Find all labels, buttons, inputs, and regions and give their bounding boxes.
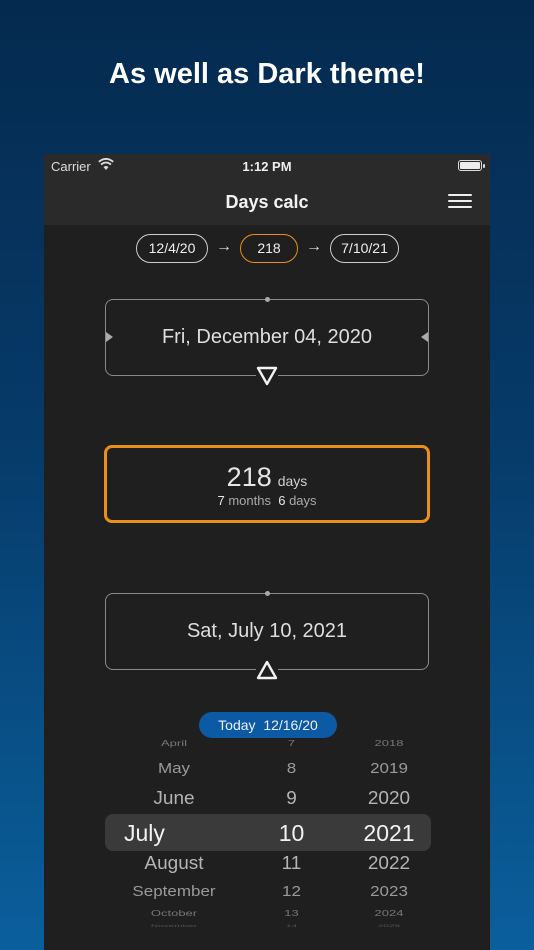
hamburger-menu-icon[interactable]	[448, 194, 472, 210]
picker-month: November	[150, 924, 198, 929]
picker-month: August	[144, 854, 204, 874]
start-date-field[interactable]: Fri, December 04, 2020	[105, 297, 429, 386]
status-bar: Carrier 1:12 PM	[44, 154, 490, 178]
picker-row[interactable]: June 9 2020	[44, 789, 490, 818]
picker-month: June	[153, 789, 195, 809]
days-unit: days	[277, 473, 308, 489]
picker-row[interactable]: September 12 2023	[44, 883, 490, 909]
remaining-days-count: 6	[278, 493, 286, 508]
end-date-field[interactable]: Sat, July 10, 2021	[105, 591, 429, 680]
picker-month: July	[124, 820, 165, 846]
days-count: 218	[226, 462, 272, 492]
summary-end-pill[interactable]: 7/10/21	[330, 234, 399, 263]
picker-year: 2025	[377, 924, 401, 929]
triangle-up-icon	[256, 660, 278, 680]
picker-year: 2023	[370, 883, 408, 900]
battery-icon	[458, 160, 485, 171]
left-arrow-icon	[106, 332, 113, 342]
months-count: 7	[217, 493, 225, 508]
app-title: Days calc	[225, 192, 309, 212]
picker-day: 10	[278, 820, 305, 846]
phone-screen: Carrier 1:12 PM Days calc 12/4/20 → 218 …	[44, 154, 490, 950]
picker-row-selected[interactable]: July 10 2021	[44, 820, 490, 850]
picker-year: 2022	[367, 854, 411, 874]
picker-day: 13	[284, 908, 299, 918]
today-date: 12/16/20	[263, 717, 318, 733]
date-picker-wheel[interactable]: March62017April72018May82019June92020Jul…	[44, 738, 490, 950]
picker-row[interactable]: November 14 2025	[44, 924, 490, 936]
picker-year: 2024	[374, 908, 404, 918]
nav-bar: Days calc	[44, 178, 490, 225]
today-button[interactable]: Today 12/16/20	[199, 712, 337, 738]
arrow-right-icon: →	[306, 238, 322, 255]
end-date-text: Sat, July 10, 2021	[186, 620, 348, 642]
picker-year: 2021	[363, 820, 415, 846]
picker-day: 11	[281, 854, 302, 874]
picker-row[interactable]: May 8 2019	[44, 760, 490, 786]
indicator-dot	[265, 297, 270, 302]
remaining-days-unit: days	[289, 493, 317, 508]
picker-month: May	[157, 760, 191, 777]
arrow-right-icon: →	[216, 238, 232, 255]
difference-box[interactable]: 218 days 7 months 6 days	[104, 445, 430, 523]
picker-year: 2019	[370, 760, 408, 777]
picker-row[interactable]: August 11 2022	[44, 854, 490, 883]
indicator-dot	[265, 591, 270, 596]
right-arrow-icon	[421, 332, 428, 342]
summary-row: 12/4/20 → 218 → 7/10/21	[44, 234, 490, 264]
picker-year: 2018	[374, 738, 404, 748]
picker-year: 2020	[367, 789, 411, 809]
today-label: Today	[218, 717, 256, 733]
clock: 1:12 PM	[242, 159, 292, 174]
start-date-text: Fri, December 04, 2020	[161, 326, 373, 348]
picker-day: 7	[287, 738, 296, 748]
summary-start-pill[interactable]: 12/4/20	[136, 234, 208, 263]
picker-month: September	[132, 883, 216, 900]
picker-month: October	[150, 908, 198, 918]
promo-headline: As well as Dark theme!	[109, 58, 425, 90]
picker-day: 8	[286, 760, 297, 777]
picker-month: April	[160, 738, 187, 748]
picker-day: 14	[285, 924, 298, 929]
picker-day: 9	[286, 789, 297, 809]
months-unit: months	[228, 493, 271, 508]
summary-days-pill[interactable]: 218	[240, 234, 298, 263]
picker-row[interactable]: April 7 2018	[44, 738, 490, 758]
breakdown: 7 months 6 days	[107, 493, 427, 508]
picker-day: 12	[282, 883, 301, 900]
triangle-down-icon	[256, 366, 278, 386]
